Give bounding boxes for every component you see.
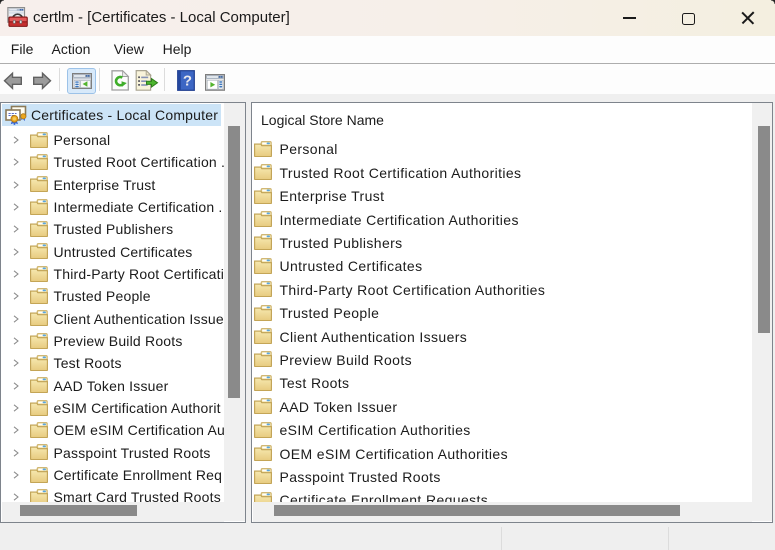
svg-text:?: ? xyxy=(183,73,192,90)
